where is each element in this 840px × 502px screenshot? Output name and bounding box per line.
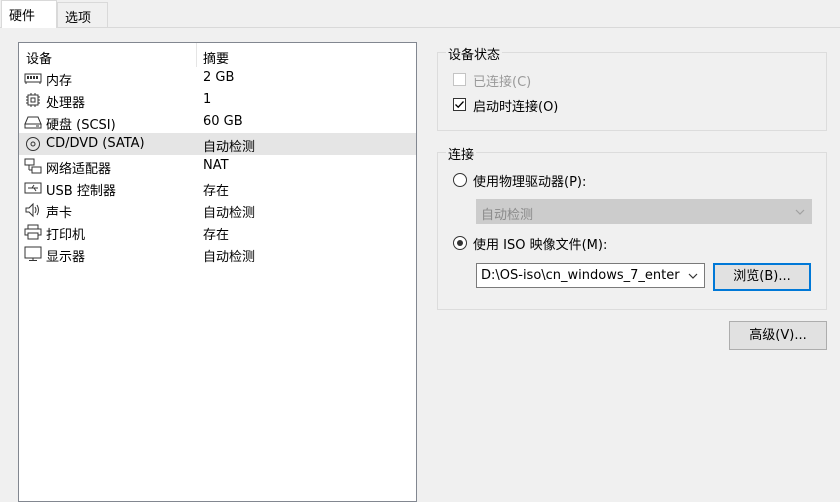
device-list[interactable]: 设备 摘要 内存 2 GB 处理器 1 硬盘 (SCSI) 60 GB CD/D…: [18, 42, 417, 502]
device-summary: 2 GB: [203, 70, 235, 85]
device-name: USB 控制器: [46, 184, 116, 199]
device-row-display[interactable]: 显示器 自动检测: [19, 243, 416, 265]
device-name: 网络适配器: [46, 162, 112, 177]
device-row-network-adapter[interactable]: 网络适配器 NAT: [19, 155, 416, 177]
device-row-hard-disk[interactable]: 硬盘 (SCSI) 60 GB: [19, 111, 416, 133]
browse-button[interactable]: 浏览(B)...: [713, 263, 811, 291]
device-row-sound-card[interactable]: 声卡 自动检测: [19, 199, 416, 221]
physical-drive-radio[interactable]: [453, 173, 467, 187]
device-name: 硬盘 (SCSI): [46, 118, 116, 133]
iso-image-radio[interactable]: [453, 236, 467, 250]
column-header-summary[interactable]: 摘要: [203, 48, 229, 67]
connected-label: 已连接(C): [473, 75, 532, 90]
device-row-printer[interactable]: 打印机 存在: [19, 221, 416, 243]
tab-bar: 硬件 选项: [0, 0, 840, 28]
connection-title: 连接: [446, 144, 477, 163]
connection-group: 连接 使用物理驱动器(P): 自动检测 使用 ISO 映像文件(M): D:\O…: [437, 144, 827, 310]
network-adapter-icon: [24, 158, 42, 174]
radio-selected-dot: [457, 240, 463, 246]
device-summary: 存在: [203, 184, 230, 199]
device-status-title: 设备状态: [446, 44, 503, 63]
device-status-group: 设备状态 已连接(C) 启动时连接(O): [437, 44, 827, 131]
list-header: 设备 摘要: [19, 43, 416, 67]
device-row-processor[interactable]: 处理器 1: [19, 89, 416, 111]
device-summary: 1: [203, 92, 212, 107]
connect-at-power-on-checkbox[interactable]: [453, 98, 466, 111]
device-row-memory[interactable]: 内存 2 GB: [19, 67, 416, 89]
chevron-down-icon: [795, 209, 805, 215]
device-summary: 存在: [203, 228, 230, 243]
printer-icon: [24, 224, 42, 240]
device-name: 处理器: [46, 96, 86, 111]
connected-checkbox[interactable]: [453, 73, 466, 86]
checkmark-icon: [455, 101, 464, 109]
chevron-down-icon: [688, 273, 698, 279]
hard-disk-icon: [24, 116, 42, 129]
column-divider[interactable]: [196, 43, 197, 67]
physical-drive-label: 使用物理驱动器(P):: [473, 175, 587, 190]
physical-drive-select-value: 自动检测: [481, 208, 534, 223]
connect-at-power-on-label: 启动时连接(O): [473, 100, 559, 115]
device-name: 声卡: [46, 206, 73, 221]
device-summary: 自动检测: [203, 250, 256, 265]
monitor-icon: [24, 246, 42, 261]
cpu-icon: [26, 93, 40, 107]
device-summary: 自动检测: [203, 206, 256, 221]
tab-hardware[interactable]: 硬件: [1, 0, 57, 28]
physical-drive-select[interactable]: 自动检测: [476, 199, 812, 224]
device-name: 打印机: [46, 228, 86, 243]
device-summary: 60 GB: [203, 114, 243, 129]
device-summary: 自动检测: [203, 140, 256, 155]
device-name: 内存: [46, 74, 73, 89]
device-summary: NAT: [203, 158, 229, 173]
device-name: 显示器: [46, 250, 86, 265]
memory-icon: [24, 73, 42, 84]
advanced-button[interactable]: 高级(V)...: [729, 321, 827, 350]
tab-divider: [0, 27, 840, 28]
device-name: CD/DVD (SATA): [46, 136, 145, 151]
iso-image-label: 使用 ISO 映像文件(M):: [473, 238, 608, 253]
column-header-device[interactable]: 设备: [26, 48, 52, 67]
iso-path-select[interactable]: D:\OS-iso\cn_windows_7_enter: [476, 263, 705, 288]
cd-dvd-icon: [26, 137, 40, 151]
tab-options[interactable]: 选项: [57, 2, 108, 27]
speaker-icon: [25, 202, 39, 218]
iso-path-value: D:\OS-iso\cn_windows_7_enter: [481, 268, 680, 283]
device-row-usb-controller[interactable]: USB 控制器 存在: [19, 177, 416, 199]
device-row-cd-dvd[interactable]: CD/DVD (SATA) 自动检测: [19, 133, 416, 155]
usb-icon: [24, 182, 42, 194]
